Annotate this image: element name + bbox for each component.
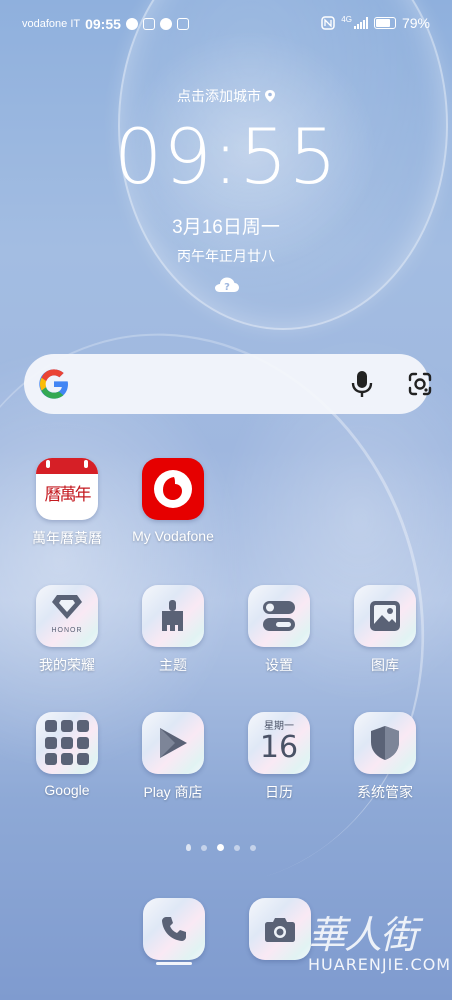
app-label: Google [44, 782, 90, 798]
clock-time[interactable]: 09:55 [0, 112, 452, 201]
app-label: 系统管家 [357, 784, 413, 800]
instagram-icon [176, 18, 189, 30]
camera-icon [265, 918, 295, 942]
play-store-icon [142, 712, 204, 774]
cloud-question-icon[interactable]: ? [214, 276, 240, 294]
app-label: 主题 [159, 657, 187, 673]
gallery-icon [354, 585, 416, 647]
shield-glyph [371, 726, 399, 760]
facebook-icon [159, 18, 172, 30]
nfc-icon [321, 16, 336, 30]
vodafone-logo [154, 470, 192, 508]
dock-camera-app[interactable] [249, 898, 311, 960]
page-dot-search[interactable] [186, 844, 191, 851]
svg-text:?: ? [224, 282, 230, 293]
app-themes[interactable]: 主题 [118, 585, 228, 675]
watermark-latin: HUARENJIE.COM [308, 955, 452, 974]
status-bar: vodafone IT 09:55 4G 79% [0, 0, 452, 48]
app-calendar[interactable]: 星期一 16 日历 [224, 712, 334, 802]
app-label: My Vodafone [132, 528, 214, 544]
lunar-date: 丙午年正月廿八 [177, 248, 275, 264]
page-dot[interactable] [250, 844, 256, 851]
phone-icon [162, 917, 186, 941]
city-label: 点击添加城市 [177, 88, 262, 104]
vodafone-icon [142, 458, 204, 520]
battery-percent: 79% [401, 15, 430, 31]
play-glyph [160, 728, 187, 758]
toggles-glyph [263, 601, 295, 631]
app-label: 日历 [265, 784, 293, 800]
battery-icon [373, 17, 396, 29]
app-gallery[interactable]: 图库 [330, 585, 440, 675]
app-label: 我的荣耀 [39, 657, 95, 673]
honor-icon: HONOR [36, 585, 98, 647]
app-settings[interactable]: 设置 [224, 585, 334, 675]
app-label: Play 商店 [143, 784, 203, 800]
app-my-honor[interactable]: HONOR 我的荣耀 [12, 585, 122, 675]
google-folder-icon [36, 712, 98, 774]
app-label: 设置 [265, 657, 293, 673]
almanac-icon-text: 曆萬年 [44, 485, 92, 505]
diamond-icon [52, 595, 82, 619]
mic-icon[interactable] [350, 370, 374, 398]
status-bar-left: vodafone IT 09:55 [22, 16, 189, 32]
dock-phone-app[interactable] [143, 898, 205, 960]
app-almanac[interactable]: 曆萬年 萬年曆黃曆 [12, 458, 122, 548]
picture-glyph [370, 601, 400, 631]
page-dot[interactable] [201, 844, 207, 851]
app-system-manager[interactable]: 系统管家 [330, 712, 440, 802]
add-city-link[interactable]: 点击添加城市 [0, 86, 452, 106]
carrier-label: vodafone IT [22, 18, 81, 30]
google-lens-icon[interactable] [408, 372, 432, 396]
dock-indicator [156, 962, 192, 965]
watermark: 華人街 HUARENJIE.COM [308, 904, 452, 994]
facebook-icon [125, 18, 138, 30]
app-my-vodafone[interactable]: My Vodafone [118, 458, 228, 544]
brush-glyph [162, 600, 183, 631]
honor-text: HONOR [51, 627, 83, 634]
settings-toggle-icon [248, 585, 310, 647]
instagram-icon [142, 18, 155, 30]
page-indicator[interactable] [186, 844, 256, 851]
app-label: 萬年曆黃曆 [32, 530, 102, 546]
theme-brush-icon [142, 585, 204, 647]
page-dot-active[interactable] [217, 844, 224, 851]
calendar-almanac-icon: 曆萬年 [36, 458, 98, 520]
google-g-icon [39, 369, 68, 399]
calendar-icon: 星期一 16 [248, 712, 310, 774]
folder-grid [45, 720, 89, 766]
watermark-chinese: 華人街 [308, 913, 418, 957]
shield-icon [354, 712, 416, 774]
status-bar-right: 4G 79% [321, 15, 430, 31]
app-label: 图库 [371, 657, 399, 673]
location-pin-icon [264, 90, 275, 102]
clock-date[interactable]: 3月16日周一 [0, 212, 452, 239]
app-play-store[interactable]: Play 商店 [118, 712, 228, 802]
signal-icon [353, 17, 368, 29]
google-search-bar[interactable] [24, 354, 432, 414]
page-dot[interactable] [234, 844, 240, 851]
network-type: 4G [341, 14, 352, 24]
status-time: 09:55 [85, 16, 121, 32]
calendar-day: 16 [259, 730, 299, 765]
app-google-folder[interactable]: Google [12, 712, 122, 798]
